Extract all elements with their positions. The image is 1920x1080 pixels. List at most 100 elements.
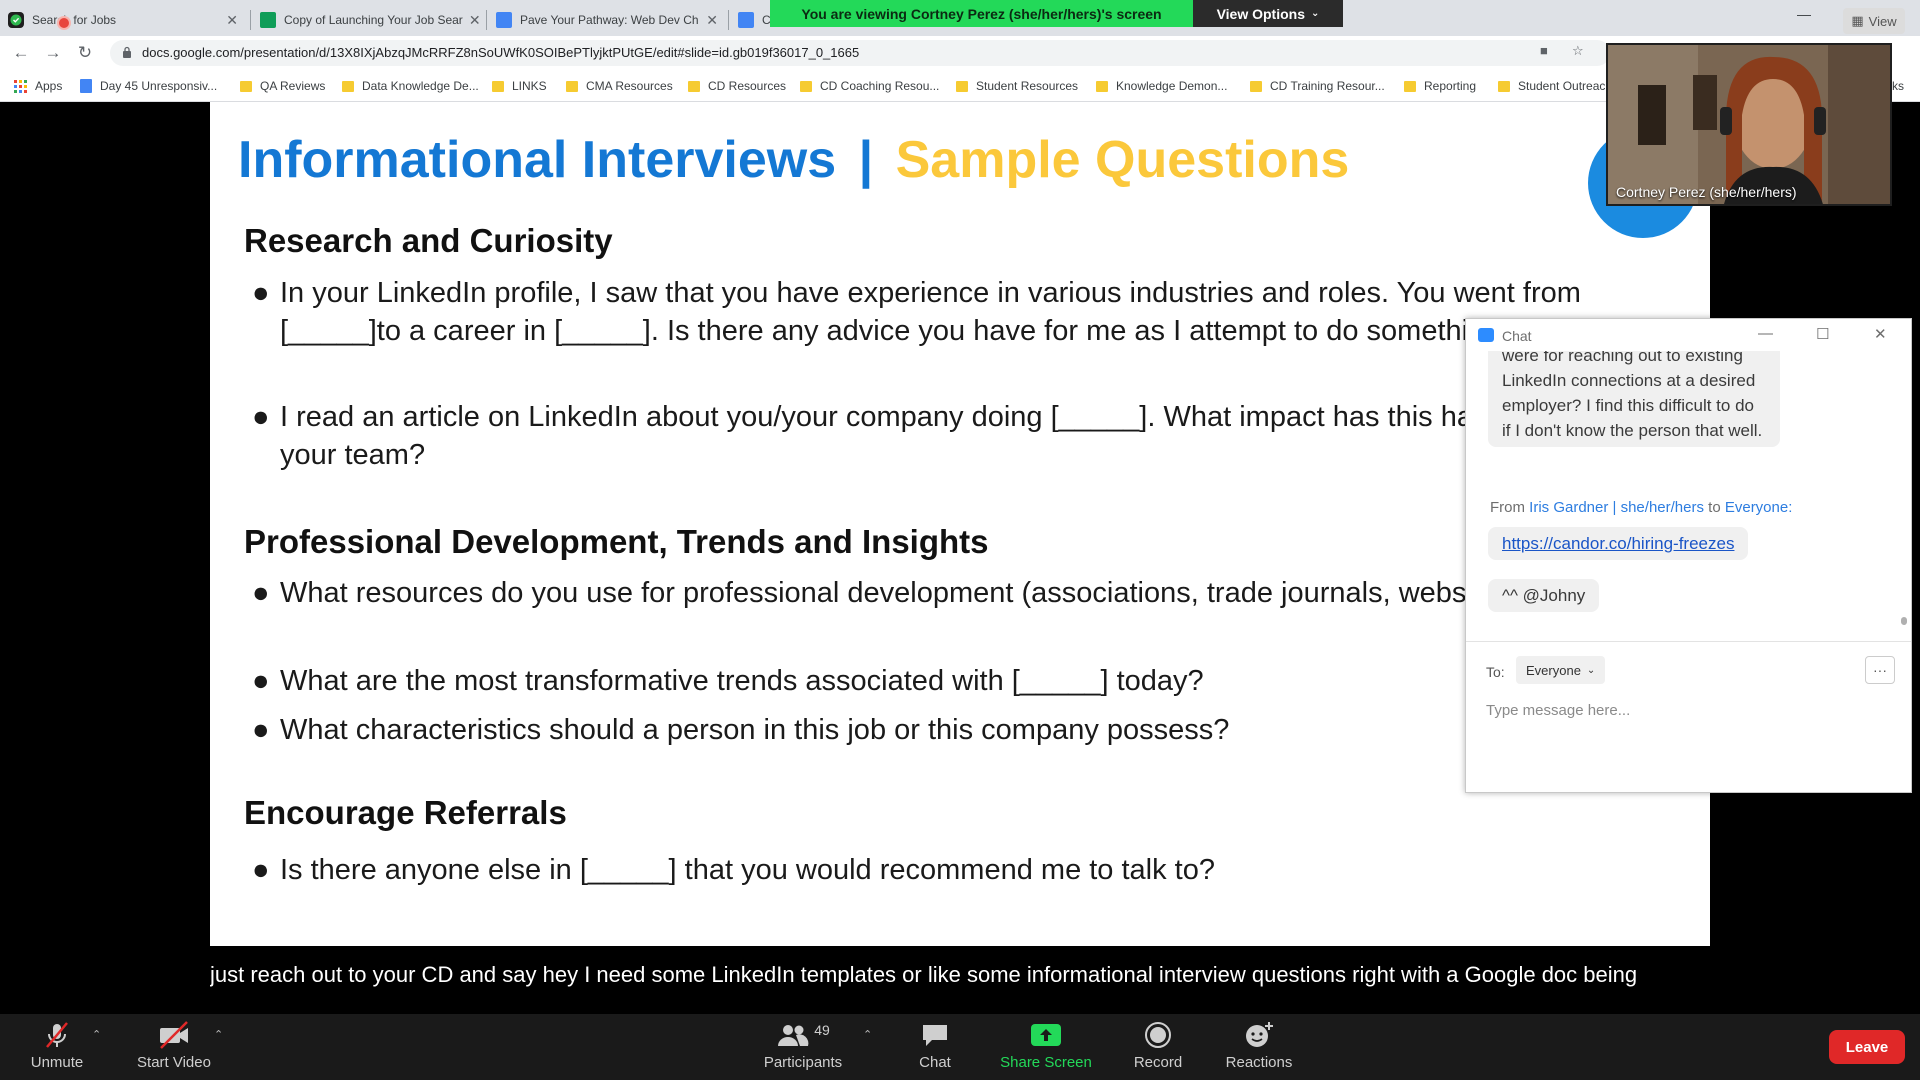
record-button[interactable]: Record [1122,1018,1194,1078]
bookmark-item[interactable]: CD Training Resour... [1250,77,1385,95]
bullet-icon: ● [252,401,270,433]
bookmark-label: QA Reviews [260,79,326,93]
folder-icon [1096,80,1108,92]
to-word: to [1708,499,1721,516]
url-field[interactable]: docs.google.com/presentation/d/13X8IXjAb… [110,40,1610,66]
bookmark-item[interactable]: Knowledge Demon... [1096,77,1227,95]
chat-message-input[interactable] [1486,698,1886,722]
muted-microphone-icon [42,1018,72,1052]
close-icon[interactable]: ✕ [220,12,238,29]
chat-link[interactable]: https://candor.co/hiring-freezes [1502,534,1734,553]
view-button[interactable]: ▦ View [1843,8,1905,34]
google-docs-icon [80,79,92,93]
bookmark-item[interactable]: CD Resources [688,77,786,95]
maximize-icon[interactable]: ☐ [1816,325,1829,343]
chat-scrollbar[interactable] [1901,359,1907,669]
participants-icon: 49 [776,1018,830,1052]
close-icon[interactable]: ✕ [463,12,481,29]
chat-message: ^^ @Johny [1488,579,1600,612]
close-icon[interactable]: ✕ [1874,325,1887,343]
share-screen-button[interactable]: Share Screen [996,1018,1096,1078]
bookmark-item[interactable]: Student Outreac [1498,77,1605,95]
tab-pave-your-pathway[interactable]: Pave Your Pathway: Web Dev Ch ✕ [488,4,726,36]
bookmark-label: Apps [35,79,63,93]
view-options-button[interactable]: View Options ⌄ [1193,0,1343,27]
chat-button[interactable]: Chat [900,1018,970,1078]
viewing-screen-label: You are viewing Cortney Perez (she/her/h… [770,0,1193,27]
bullet-icon: ● [252,665,270,697]
chat-message-list: were for reaching out to existing Linked… [1466,351,1911,671]
back-arrow-icon[interactable]: ← [10,42,32,64]
tab-search-for-jobs[interactable]: Search for Jobs ✕ [0,4,246,36]
folder-icon [956,80,968,92]
share-screen-icon [1030,1018,1062,1052]
minimize-icon[interactable]: — [1758,325,1773,342]
bookmark-item[interactable]: Apps [14,77,62,95]
bookmark-overflow[interactable]: ks [1892,77,1904,95]
start-video-button[interactable]: Start Video [128,1018,220,1078]
from-prefix: From [1490,499,1525,516]
sender-name[interactable]: Iris Gardner | she/her/hers [1529,499,1704,516]
unmute-button[interactable]: Unmute [22,1018,92,1078]
recipient-select[interactable]: Everyone ⌄ [1516,656,1606,684]
bookmark-item[interactable]: Reporting [1404,77,1476,95]
video-feed-image [1608,45,1890,204]
bookmark-label: LINKS [512,79,547,93]
chat-message: https://candor.co/hiring-freezes [1488,527,1749,560]
folder-icon [240,80,252,92]
bookmark-item[interactable]: CD Coaching Resou... [800,77,939,95]
recipient-name: Everyone: [1724,499,1793,516]
bookmark-label: Knowledge Demon... [1116,79,1228,93]
bookmark-item[interactable]: LINKS [492,77,547,95]
view-label: View [1868,13,1897,29]
participant-name: Cortney Perez (she/her/hers) [1616,184,1797,200]
camera-blocked-icon[interactable]: ■ [1540,43,1554,58]
google-sheets-icon [260,12,276,28]
close-icon[interactable]: ✕ [700,12,718,29]
bookmark-item[interactable]: Data Knowledge De... [342,77,479,95]
tab-partial[interactable]: Co [730,4,774,36]
bullet-item: ● Is there anyone else in [_____] that y… [252,851,1670,889]
slide-title: Informational Interviews | Sample Questi… [238,130,1349,190]
lock-icon [123,46,131,58]
minimize-window-icon[interactable]: — [1781,0,1827,28]
reactions-button[interactable]: Reactions [1217,1018,1301,1078]
chat-window: Chat — ☐ ✕ were for reaching out to exis… [1465,318,1912,793]
chat-compose: To: Everyone ⌄ ··· [1466,641,1911,794]
folder-icon [342,80,354,92]
smiley-add-icon [1243,1018,1275,1052]
bullet-item: ● What are the most transformative trend… [252,662,1670,700]
chat-title-bar: Chat — ☐ ✕ [1466,319,1911,351]
leave-button[interactable]: Leave [1829,1030,1905,1064]
forward-arrow-icon[interactable]: → [42,42,64,64]
bookmark-item[interactable]: Student Resources [956,77,1078,95]
slide-title-separator: | [858,131,874,189]
bookmark-star-icon[interactable]: ☆ [1572,43,1586,58]
chevron-up-icon[interactable]: ⌃ [863,1028,872,1041]
chat-sender-line: From Iris Gardner | she/her/hers to Ever… [1490,499,1792,516]
reload-icon[interactable]: ↻ [74,42,96,64]
folder-icon [1498,80,1510,92]
slide-title-sub: Sample Questions [895,131,1350,189]
folder-icon [1404,80,1416,92]
bullet-text: What resources do you use for profession… [280,577,1601,609]
reactions-label: Reactions [1225,1054,1293,1071]
bookmark-item[interactable]: Day 45 Unresponsiv... [80,77,217,95]
live-caption: just reach out to your CD and say hey I … [210,962,1638,987]
grid-view-icon: ▦ [1851,13,1864,28]
start-video-label: Start Video [137,1054,211,1071]
chevron-up-icon[interactable]: ⌃ [92,1028,101,1041]
folder-icon [800,80,812,92]
chevron-up-icon[interactable]: ⌃ [214,1028,223,1041]
bookmark-item[interactable]: QA Reviews [240,77,325,95]
meeting-toolbar: Unmute ⌃ Start Video ⌃ 49 Participants ⌃… [0,1014,1920,1080]
unmute-label: Unmute [30,1054,84,1071]
participants-button[interactable]: 49 Participants [755,1018,851,1078]
chat-label: Chat [919,1054,951,1071]
participant-video[interactable]: Cortney Perez (she/her/hers) [1606,43,1892,206]
tab-copy-of-launching[interactable]: Copy of Launching Your Job Sear ✕ [252,4,484,36]
chevron-down-icon: ⌄ [1586,664,1596,676]
zoom-app-icon [1478,328,1494,342]
bookmark-item[interactable]: CMA Resources [566,77,673,95]
more-options-button[interactable]: ··· [1865,656,1895,684]
